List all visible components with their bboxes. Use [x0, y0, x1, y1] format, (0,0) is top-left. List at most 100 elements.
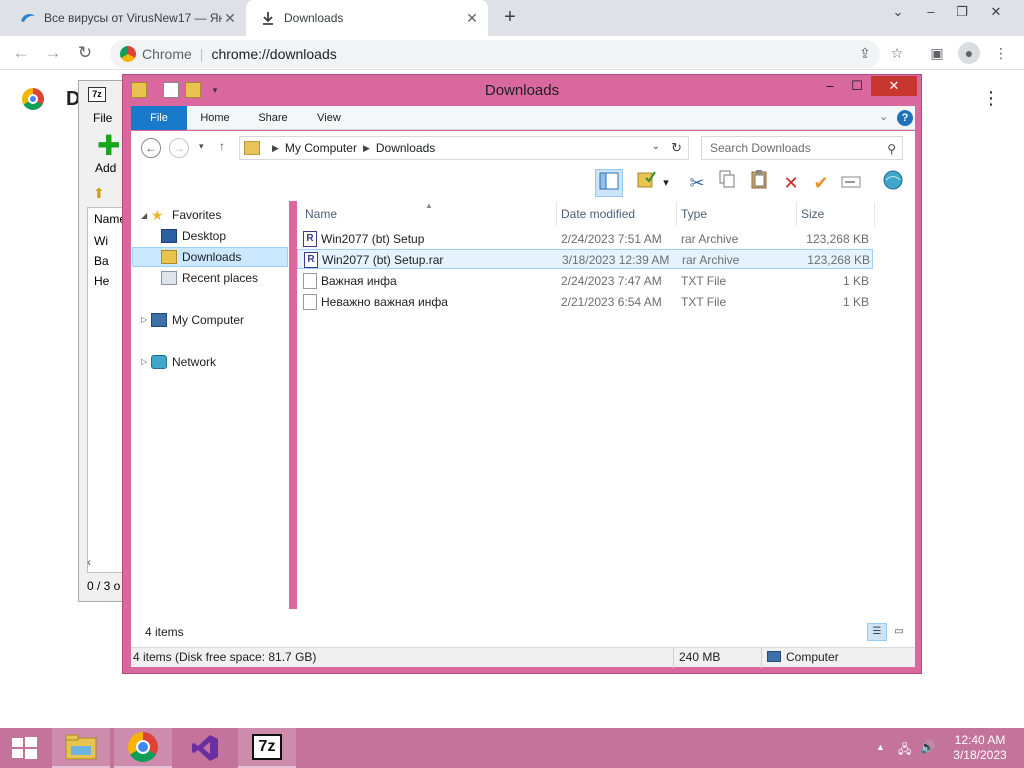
file-name: Win2077 (bt) Setup.rar [322, 253, 444, 267]
side-panel-icon[interactable]: ▣ [926, 42, 948, 64]
column-header-date[interactable]: Date modified [557, 202, 677, 226]
taskbar-file-explorer[interactable] [52, 728, 110, 768]
list-item[interactable]: Wi [94, 234, 108, 248]
explorer-titlebar[interactable]: ▾ Downloads – ☐ ✕ [123, 75, 921, 105]
breadcrumb-separator-icon[interactable]: ▶ [363, 143, 370, 154]
start-button[interactable] [0, 728, 48, 768]
url-text: chrome://downloads [211, 46, 337, 62]
search-input[interactable]: Search Downloads ⚲ [701, 136, 903, 160]
network-status-icon[interactable]: 🖧 [898, 740, 911, 761]
taskbar-7zip[interactable]: 7z [238, 728, 296, 768]
copy-icon[interactable] [713, 169, 741, 197]
nav-my-computer[interactable]: My Computer [151, 310, 244, 330]
tab-search-icon[interactable]: ⌄ [882, 0, 914, 28]
file-type: TXT File [681, 274, 727, 288]
show-hidden-icons-icon[interactable]: ▲ [876, 742, 885, 752]
add-button-label[interactable]: Add [95, 161, 116, 175]
minimize-button[interactable]: – [915, 0, 947, 28]
recent-locations-icon[interactable]: ▾ [199, 141, 204, 152]
close-button[interactable]: ✕ [980, 0, 1012, 28]
sevenzip-menu-file[interactable]: File [93, 111, 112, 125]
sevenzip-status: 0 / 3 o [87, 579, 121, 593]
cut-icon[interactable]: ✂ [683, 169, 711, 197]
expand-arrow-icon[interactable]: ▷ [141, 357, 147, 366]
details-view-icon[interactable]: ☰ [867, 623, 887, 641]
column-header-type[interactable]: Type [677, 202, 797, 226]
bookmark-star-icon[interactable]: ☆ [886, 42, 908, 64]
breadcrumb-my-computer[interactable]: My Computer [285, 141, 357, 155]
up-arrow-icon[interactable]: ↑ [219, 139, 225, 153]
expand-ribbon-icon[interactable]: ⌄ [879, 110, 888, 123]
file-row[interactable]: R Win2077 (bt) Setup 2/24/2023 7:51 AM r… [297, 229, 873, 249]
tab-virusnew17[interactable]: Все вирусы от VirusNew17 — Ян ✕ [8, 0, 246, 36]
column-header-size[interactable]: Size [797, 202, 875, 226]
maximize-button[interactable]: ☐ [845, 76, 869, 96]
help-icon[interactable]: ? [897, 110, 913, 126]
preview-pane-icon[interactable] [595, 169, 623, 197]
delete-icon[interactable]: ✕ [777, 169, 805, 197]
browser-menu-icon[interactable]: ⋮ [990, 42, 1012, 64]
collapse-arrow-icon[interactable]: ◢ [141, 211, 147, 220]
close-tab-icon[interactable]: ✕ [222, 10, 238, 26]
list-item[interactable]: He [94, 274, 109, 288]
rename-icon[interactable] [837, 169, 865, 197]
select-checkmark-icon[interactable]: ✔ [807, 169, 835, 197]
large-icons-view-icon[interactable]: ▭ [889, 623, 909, 641]
add-plus-icon[interactable]: ✚ [97, 132, 120, 160]
star-icon: ★ [151, 207, 164, 223]
back-icon[interactable]: ← [141, 138, 161, 158]
restore-button[interactable]: ❐ [946, 0, 978, 28]
network-globe-icon[interactable] [879, 169, 907, 197]
search-icon[interactable]: ⚲ [887, 138, 896, 160]
taskbar-clock[interactable]: 12:40 AM 3/18/2023 [944, 733, 1016, 763]
taskbar-visual-studio[interactable] [176, 728, 234, 768]
close-button[interactable]: ✕ [871, 76, 917, 96]
scroll-left-icon[interactable]: ‹ [87, 555, 91, 569]
page-menu-icon[interactable]: ⋮ [982, 88, 1000, 109]
refresh-icon[interactable]: ↻ [671, 140, 682, 156]
expand-arrow-icon[interactable]: ▷ [141, 315, 147, 324]
nav-label: My Computer [172, 313, 245, 327]
forward-button[interactable]: → [40, 40, 66, 66]
nav-recent-places[interactable]: Recent places [161, 268, 258, 288]
tab-downloads[interactable]: Downloads ✕ [246, 0, 488, 36]
network-icon [151, 355, 167, 369]
nav-downloads[interactable]: Downloads [132, 247, 288, 267]
computer-icon [151, 313, 167, 327]
breadcrumb-downloads[interactable]: Downloads [376, 141, 435, 155]
nav-favorites[interactable]: ★ Favorites [151, 205, 221, 225]
windows-logo-icon [12, 737, 37, 759]
tab-view[interactable]: View [307, 106, 351, 130]
download-icon [260, 10, 276, 26]
breadcrumb-separator-icon[interactable]: ▶ [272, 143, 279, 154]
file-row[interactable]: Неважно важная инфа 2/21/2023 6:54 AM TX… [297, 292, 873, 312]
address-dropdown-icon[interactable]: ⌄ [652, 141, 660, 152]
file-row-selected[interactable]: R Win2077 (bt) Setup.rar 3/18/2023 12:39… [297, 249, 873, 269]
address-bar[interactable]: Chrome | chrome://downloads [110, 40, 880, 68]
share-icon[interactable]: ⇪ [854, 42, 876, 64]
paste-icon[interactable] [745, 169, 773, 197]
folder-options-dropdown-icon[interactable]: ▾ [659, 169, 673, 197]
folder-options-icon[interactable] [633, 169, 661, 197]
visual-studio-icon [192, 735, 218, 761]
file-row[interactable]: Важная инфа 2/24/2023 7:47 AM TXT File 1… [297, 271, 873, 291]
clock-time: 12:40 AM [954, 733, 1006, 747]
list-item[interactable]: Ва [94, 254, 109, 268]
minimize-button[interactable]: – [817, 76, 843, 96]
nav-desktop[interactable]: Desktop [161, 226, 226, 246]
address-bar[interactable]: ▶ My Computer ▶ Downloads ⌄ ↻ [239, 136, 689, 160]
new-tab-button[interactable]: + [498, 6, 522, 30]
tab-file[interactable]: File [131, 106, 187, 130]
profile-avatar[interactable]: ● [958, 42, 980, 64]
close-tab-icon[interactable]: ✕ [464, 10, 480, 26]
forward-icon[interactable]: → [169, 138, 189, 158]
volume-icon[interactable]: 🔊 [920, 740, 935, 754]
reload-button[interactable]: ↻ [72, 40, 98, 66]
nav-network[interactable]: Network [151, 352, 216, 372]
tab-share[interactable]: Share [249, 106, 297, 130]
tab-home[interactable]: Home [191, 106, 239, 130]
up-folder-icon[interactable]: ⬆ [93, 185, 109, 201]
taskbar-chrome[interactable] [114, 728, 172, 768]
column-header-name[interactable]: ▲ Name [301, 201, 557, 226]
back-button[interactable]: ← [8, 40, 34, 66]
